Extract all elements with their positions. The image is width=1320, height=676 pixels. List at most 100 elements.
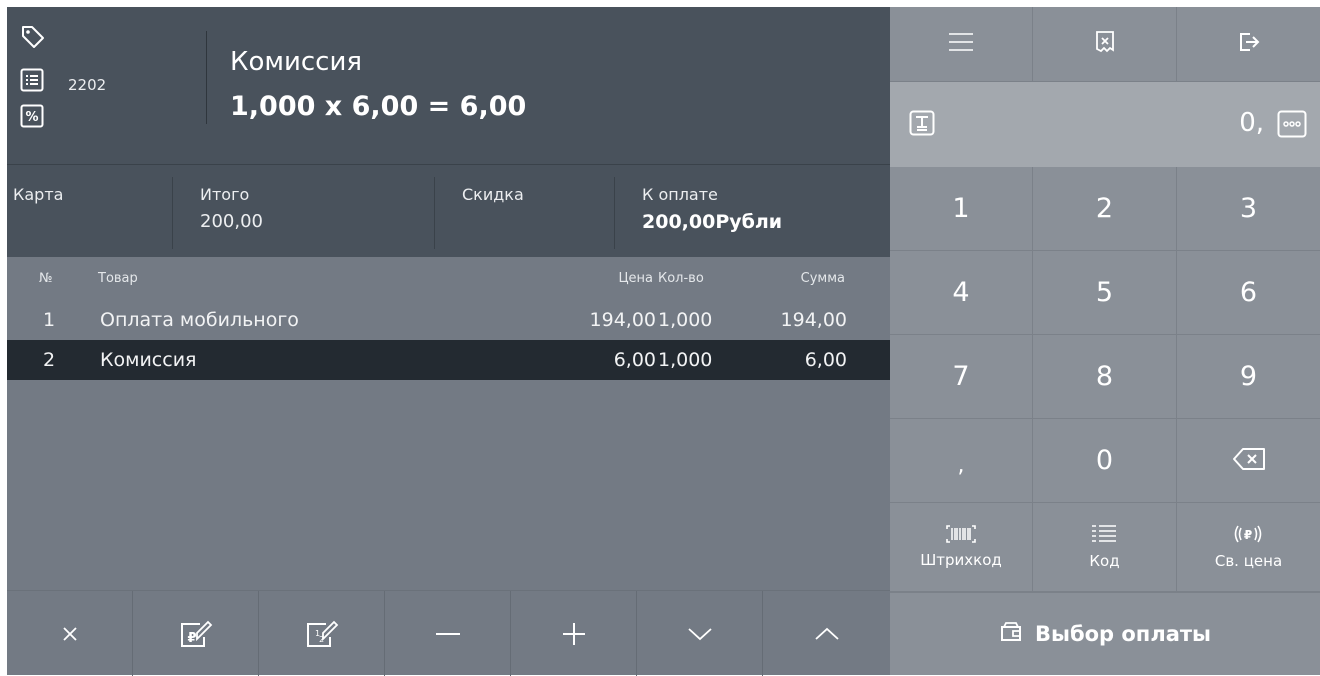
scroll-up-button[interactable] <box>763 591 890 676</box>
key-label: 9 <box>1239 361 1258 392</box>
row-sum: 194,00 <box>780 309 847 331</box>
discount-label: Скидка <box>462 185 524 204</box>
code-label: Код <box>1089 552 1120 570</box>
key-4[interactable]: 4 <box>890 251 1033 335</box>
code-button[interactable]: Код <box>1033 503 1177 592</box>
total-label: Итого <box>200 185 250 204</box>
menu-button[interactable] <box>890 7 1033 82</box>
svg-text:2: 2 <box>319 635 324 644</box>
code-list-icon <box>1091 524 1117 548</box>
logout-icon <box>1238 31 1260 57</box>
key-comma[interactable]: , <box>890 419 1033 503</box>
backspace-button[interactable] <box>1177 419 1320 503</box>
key-label: 1 <box>952 193 970 224</box>
wallet-icon <box>999 621 1023 647</box>
plus-icon <box>561 621 587 647</box>
backspace-icon <box>1232 447 1266 475</box>
pos-app: % 2202 Комиссия 1,000 x 6,00 = 6,00 Карт… <box>7 7 1320 676</box>
key-label: 7 <box>952 361 970 392</box>
free-price-label: Св. цена <box>1214 552 1283 570</box>
row-item-name: Комиссия <box>100 349 197 371</box>
column-header-number: № <box>39 271 53 286</box>
discount-cell: Скидка <box>434 165 614 258</box>
key-label: 6 <box>1239 277 1258 308</box>
table-row[interactable]: 2 Комиссия 6,00 1,000 6,00 <box>7 340 890 380</box>
key-label: 3 <box>1239 193 1258 224</box>
svg-text:₽: ₽ <box>187 631 196 646</box>
minus-icon <box>433 624 463 644</box>
keypad-panel: 0, 1 2 3 4 5 6 7 8 9 , 0 Штрихкод Код ₽ … <box>890 7 1320 675</box>
row-item-name: Оплата мобильного <box>100 309 299 331</box>
key-2[interactable]: 2 <box>1033 167 1177 251</box>
row-number: 1 <box>43 309 56 331</box>
key-6[interactable]: 6 <box>1177 251 1320 335</box>
menu-icon <box>948 32 974 56</box>
amount-due-label: К оплате <box>642 185 718 204</box>
key-1[interactable]: 1 <box>890 167 1033 251</box>
input-display: 0, <box>890 82 1320 167</box>
list-icon[interactable] <box>20 68 44 92</box>
choose-payment-label: Выбор оплаты <box>1034 622 1212 646</box>
scroll-down-button[interactable] <box>637 591 763 676</box>
total-value: 200,00 <box>200 211 263 232</box>
row-quantity: 1,000 <box>658 309 713 331</box>
cancel-receipt-button[interactable] <box>1033 7 1177 82</box>
edit-quantity-icon: 12 <box>304 619 340 649</box>
row-quantity: 1,000 <box>658 349 713 371</box>
key-3[interactable]: 3 <box>1177 167 1320 251</box>
key-label: 5 <box>1095 277 1114 308</box>
column-header-price: Цена <box>618 271 653 286</box>
key-0[interactable]: 0 <box>1033 419 1177 503</box>
delete-item-button[interactable] <box>7 591 133 676</box>
item-toolbar: ₽ 12 <box>7 590 890 676</box>
edit-quantity-button[interactable]: 12 <box>259 591 385 676</box>
key-9[interactable]: 9 <box>1177 335 1320 419</box>
edit-price-button[interactable]: ₽ <box>133 591 259 676</box>
row-price: 194,00 <box>589 309 656 331</box>
key-label: 8 <box>1095 361 1114 392</box>
edit-price-icon: ₽ <box>178 619 214 649</box>
column-header-sum: Сумма <box>800 271 845 286</box>
row-price: 6,00 <box>613 349 656 371</box>
delete-icon <box>60 624 80 644</box>
payment-type-label: Карта <box>13 185 64 204</box>
barcode-button[interactable]: Штрихкод <box>890 503 1033 592</box>
row-sum: 6,00 <box>804 349 847 371</box>
key-label: , <box>957 453 965 478</box>
receipt-panel: % 2202 Комиссия 1,000 x 6,00 = 6,00 Карт… <box>7 7 890 676</box>
free-price-button[interactable]: ₽ Св. цена <box>1177 503 1320 592</box>
amount-due-value: 200,00Рубли <box>642 211 783 233</box>
logout-button[interactable] <box>1177 7 1320 82</box>
barcode-icon <box>946 525 976 547</box>
key-8[interactable]: 8 <box>1033 335 1177 419</box>
tag-icon[interactable] <box>20 24 46 50</box>
percent-icon[interactable]: % <box>20 104 44 128</box>
more-options-icon[interactable] <box>1277 110 1307 142</box>
item-code: 2202 <box>68 76 107 94</box>
key-label: 0 <box>1095 445 1114 476</box>
choose-payment-button[interactable]: Выбор оплаты <box>890 592 1320 675</box>
display-value: 0, <box>1239 108 1264 138</box>
row-number: 2 <box>43 349 56 371</box>
chevron-down-icon <box>686 625 714 643</box>
payment-type-cell: Карта <box>7 165 172 258</box>
amount-due-cell: К оплате 200,00Рубли <box>614 165 890 258</box>
receipt-summary: Карта Итого 200,00 Скидка К оплате 200,0… <box>7 164 890 257</box>
current-item-name: Комиссия <box>230 47 363 77</box>
scale-icon[interactable] <box>909 110 935 140</box>
cancel-receipt-icon <box>1095 31 1115 57</box>
decrease-quantity-button[interactable] <box>385 591 511 676</box>
key-7[interactable]: 7 <box>890 335 1033 419</box>
svg-text:₽: ₽ <box>1244 528 1252 542</box>
increase-quantity-button[interactable] <box>511 591 637 676</box>
chevron-up-icon <box>813 625 841 643</box>
key-5[interactable]: 5 <box>1033 251 1177 335</box>
current-item-calculation: 1,000 x 6,00 = 6,00 <box>230 91 527 122</box>
free-price-icon: ₽ <box>1231 524 1265 548</box>
key-label: 2 <box>1095 193 1114 224</box>
header-divider <box>206 31 207 124</box>
total-cell: Итого 200,00 <box>172 165 434 258</box>
current-item-header: % 2202 Комиссия 1,000 x 6,00 = 6,00 <box>7 7 890 164</box>
table-row[interactable]: 1 Оплата мобильного 194,00 1,000 194,00 <box>7 300 890 340</box>
column-header-quantity: Кол-во <box>658 271 704 286</box>
